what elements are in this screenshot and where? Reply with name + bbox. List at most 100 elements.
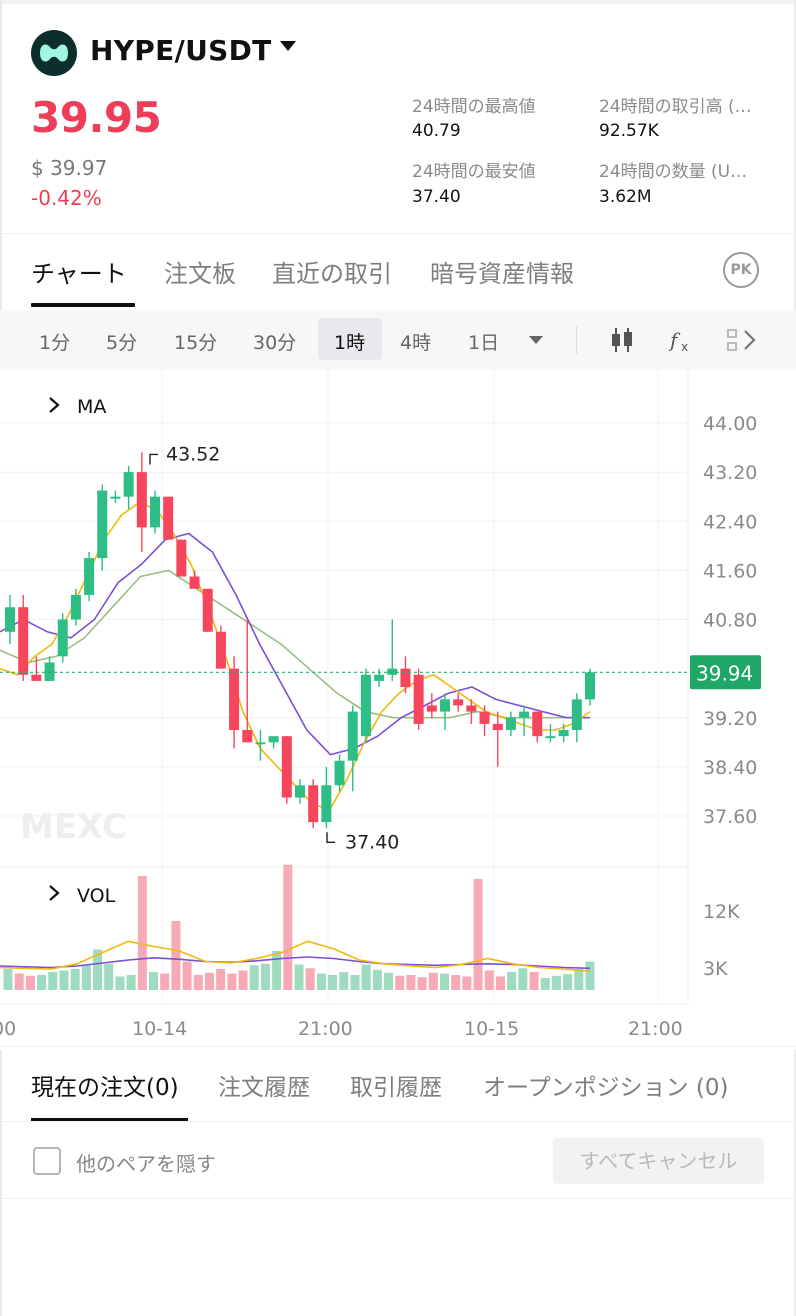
candle-body: [84, 558, 95, 595]
interval-15m[interactable]: 15分: [174, 328, 217, 355]
candle-body: [176, 539, 187, 577]
volume-bar: [395, 975, 405, 990]
volume-bar: [249, 965, 259, 990]
candle-body: [334, 760, 345, 786]
volume-bar: [440, 973, 449, 990]
volume-bar: [305, 968, 315, 990]
cancel-all-button[interactable]: すべてキャンセル: [553, 1138, 764, 1184]
hype-logo-icon: [31, 30, 77, 76]
tab-chart[interactable]: チャート: [31, 254, 127, 289]
candle-body: [295, 785, 305, 798]
y-tick-label: 40.80: [703, 610, 757, 632]
settings-expand-icon[interactable]: [725, 326, 759, 354]
x-tick-label: 21:00: [628, 1018, 683, 1040]
volume-bar: [37, 975, 47, 990]
filter-divider: [0, 1198, 796, 1199]
volume-bar: [25, 975, 35, 990]
svg-text:x: x: [681, 340, 688, 354]
hide-other-pairs-checkbox[interactable]: [33, 1147, 61, 1175]
y-tick-label: 44.00: [703, 413, 757, 435]
volume-bar: [585, 961, 595, 990]
candle-body: [426, 705, 437, 712]
candle-body: [5, 607, 15, 632]
candle-body: [163, 496, 174, 540]
candle-body: [571, 699, 582, 731]
stat-turnover-label: 24時間の取引高 (…: [599, 97, 752, 117]
volume-bar: [339, 972, 349, 990]
interval-4h[interactable]: 4時: [400, 328, 431, 355]
candle-body: [308, 785, 319, 823]
x-tick-label: 10-15: [464, 1018, 519, 1040]
interval-1d[interactable]: 1日: [468, 328, 499, 355]
volume-bar: [529, 972, 539, 990]
stat-turnover-value: 92.57K: [599, 121, 659, 141]
candle-body: [281, 736, 292, 798]
header-divider: [0, 233, 796, 234]
stat-low-label: 24時間の最安値: [412, 162, 536, 182]
volume-bar: [484, 970, 494, 990]
candle-body: [202, 588, 213, 632]
candle-body: [97, 490, 108, 559]
volume-bar: [451, 975, 461, 990]
volume-bar: [171, 921, 181, 990]
candle-body: [31, 674, 42, 681]
order-tabs-divider: [0, 1121, 796, 1122]
candle-body: [374, 674, 385, 681]
interval-1m[interactable]: 1分: [39, 328, 70, 355]
active-tab-indicator: [31, 303, 135, 307]
stat-high-value: 40.79: [412, 121, 461, 141]
candle-body: [255, 742, 266, 745]
candle-body: [413, 674, 424, 724]
candle-body: [453, 699, 464, 706]
volume-bar: [283, 864, 293, 990]
tab-open-positions[interactable]: オープンポジション (0): [483, 1068, 729, 1102]
volume-bar: [518, 968, 528, 990]
volume-bar: [182, 961, 192, 990]
usd-price: $ 39.97: [31, 156, 108, 180]
volume-bar: [216, 969, 226, 990]
candle-body: [150, 496, 160, 528]
volume-bar: [540, 978, 550, 990]
y-tick-label: 42.40: [703, 511, 757, 533]
volume-bar: [563, 974, 573, 990]
candle-type-icon[interactable]: [608, 326, 636, 354]
volume-bar: [316, 973, 326, 990]
interval-1h[interactable]: 1時: [334, 328, 365, 355]
interval-5m[interactable]: 5分: [106, 328, 137, 355]
interval-30m[interactable]: 30分: [253, 328, 296, 355]
volume-bar: [462, 976, 472, 990]
candle-body: [242, 730, 253, 743]
last-price: 39.95: [31, 93, 162, 142]
tab-recent-trades[interactable]: 直近の取引: [272, 254, 392, 289]
indicator-fx-icon[interactable]: f x: [668, 326, 696, 354]
toolbar-separator: [576, 326, 577, 354]
pk-icon[interactable]: PK: [723, 252, 759, 288]
pair-selector[interactable]: HYPE/USDT: [90, 34, 272, 67]
candle-body: [545, 736, 556, 739]
y-tick-label: 37.60: [703, 806, 757, 828]
tab-order-book[interactable]: 注文板: [164, 254, 236, 289]
more-intervals-icon[interactable]: [529, 336, 543, 344]
candle-body: [387, 668, 398, 675]
candle-body: [519, 711, 530, 718]
candle-body: [400, 668, 411, 688]
hide-other-pairs-label: 他のペアを隠す: [76, 1152, 216, 1176]
chevron-down-icon[interactable]: [280, 41, 296, 51]
volume-bar: [574, 969, 584, 990]
candle-body: [57, 619, 68, 657]
candle-body: [215, 631, 226, 669]
volume-bar: [70, 969, 80, 990]
volume-bar: [104, 963, 114, 990]
x-tick-label: 10-14: [132, 1018, 187, 1040]
tab-open-orders[interactable]: 現在の注文(0): [31, 1068, 179, 1102]
volume-bar: [507, 972, 517, 990]
stat-low-value: 37.40: [412, 187, 461, 207]
candle-body: [505, 717, 516, 731]
tab-trade-history[interactable]: 取引履歴: [350, 1068, 442, 1102]
candle-body: [321, 785, 332, 823]
price-chart[interactable]: MEXC 44.00 43.20 42.40 41.60 40.80 39.20 38.40…: [0, 370, 796, 1050]
price-change: -0.42%: [31, 186, 102, 210]
tab-crypto-info[interactable]: 暗号資産情報: [430, 254, 574, 289]
tab-order-history[interactable]: 注文履歴: [218, 1068, 310, 1102]
candle-body: [189, 576, 200, 589]
